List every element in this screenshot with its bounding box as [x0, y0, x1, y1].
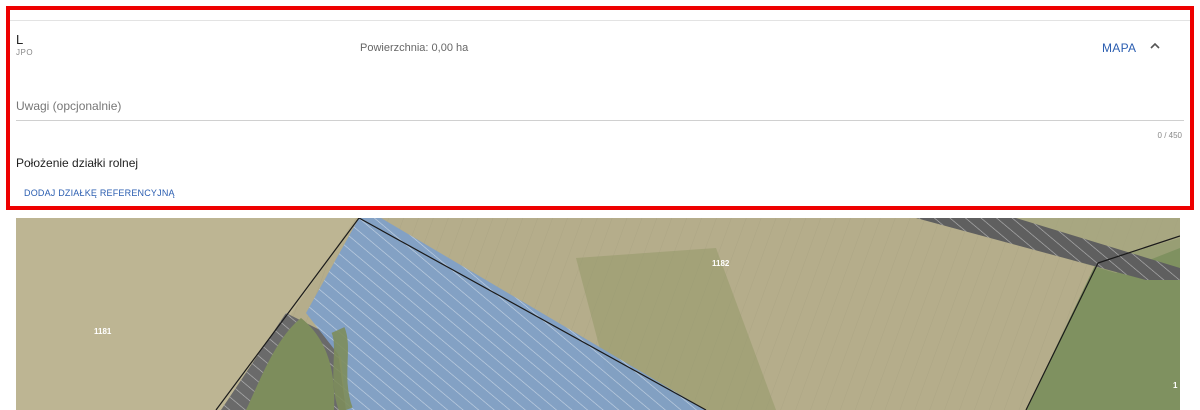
notes-char-counter: 0 / 450	[1157, 131, 1182, 140]
map-view[interactable]: 1181 1182 1	[16, 218, 1180, 410]
map-canvas[interactable]: 1181 1182 1	[16, 218, 1180, 410]
parcel-area: Powierzchnia: 0,00 ha	[360, 42, 469, 54]
notes-input[interactable]	[16, 94, 1184, 118]
map-label-1181: 1181	[94, 327, 112, 336]
notes-field[interactable]	[16, 94, 1184, 121]
map-button[interactable]: MAPA	[1102, 41, 1136, 55]
parcel-header-row: L JPO Powierzchnia: 0,00 ha MAPA	[10, 26, 1190, 58]
divider	[10, 20, 1190, 21]
parcel-code-sub: JPO	[16, 48, 34, 57]
parcel-code: L	[16, 32, 24, 47]
map-label-partial: 1	[1173, 381, 1178, 390]
location-section-title: Położenie działki rolnej	[16, 156, 139, 170]
add-reference-parcel-button[interactable]: DODAJ DZIAŁKĘ REFERENCYJNĄ	[24, 188, 175, 198]
chevron-up-icon[interactable]	[1148, 39, 1162, 53]
map-green-edge	[331, 327, 353, 410]
parcel-panel: L JPO Powierzchnia: 0,00 ha MAPA 0 / 450…	[6, 6, 1194, 210]
map-label-1182: 1182	[712, 259, 730, 268]
